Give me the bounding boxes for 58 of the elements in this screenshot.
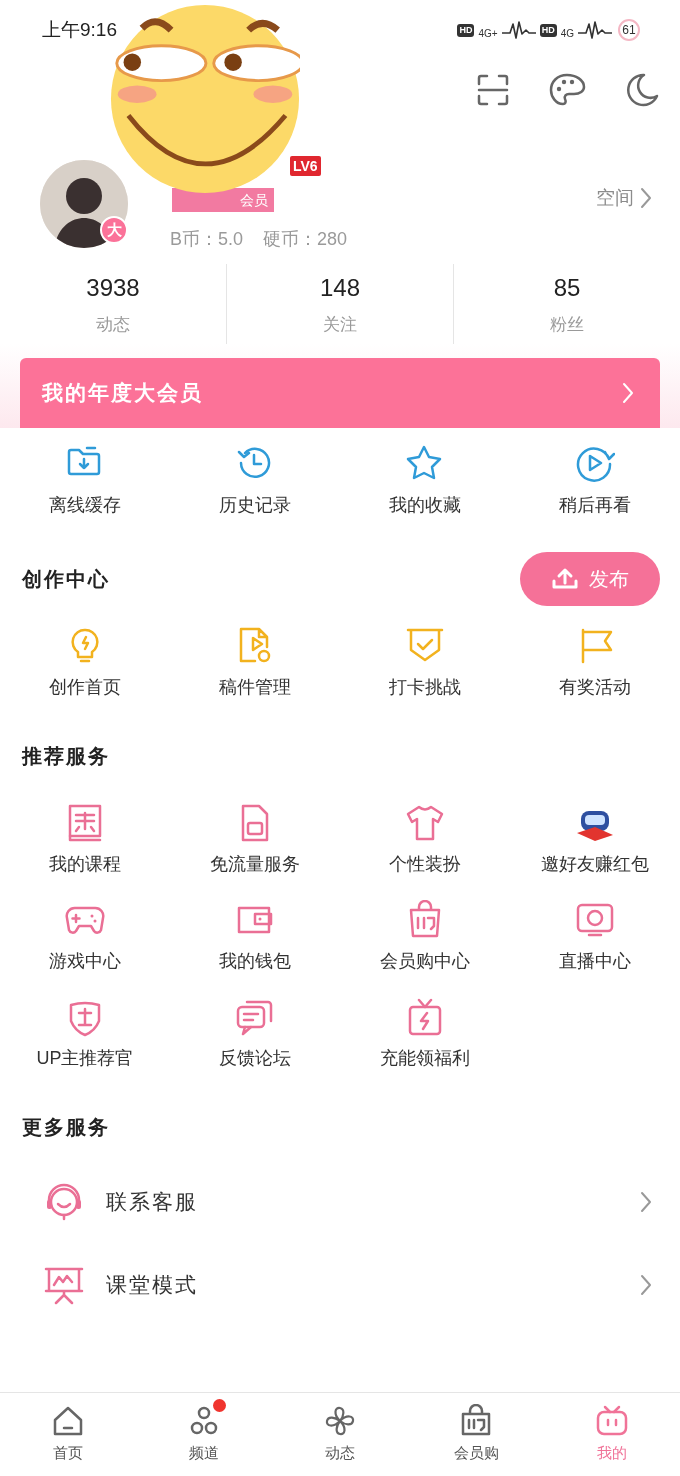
creation-item[interactable]: 打卡挑战: [340, 626, 510, 701]
service-row[interactable]: 课堂模式: [0, 1243, 680, 1326]
service-item[interactable]: 邀好友赚红包: [510, 803, 680, 878]
creation-item[interactable]: 稿件管理: [170, 626, 340, 701]
service-item[interactable]: 个性装扮: [340, 803, 510, 878]
quick-action[interactable]: 我的收藏: [340, 444, 510, 532]
hd-badge: HD: [457, 23, 475, 37]
chevron-icon: [640, 1273, 652, 1296]
coin-balance: 硬币：280: [263, 228, 348, 251]
network-label: 4G: [560, 29, 574, 39]
service-item[interactable]: 充能领福利: [340, 997, 510, 1072]
stat-value[interactable]: 3938: [86, 270, 140, 307]
stat-value[interactable]: 148: [319, 270, 360, 307]
quick-action[interactable]: 稍后再看: [510, 444, 680, 532]
quick-action-icon: [575, 444, 615, 482]
service-item[interactable]: 会员购中心: [340, 900, 510, 975]
signal-icon: [578, 20, 612, 40]
nav-tab[interactable]: 会员购: [408, 1393, 544, 1476]
quick-action[interactable]: 历史记录: [170, 444, 340, 532]
hd-badge: HD: [539, 23, 557, 37]
level-badge: LV6: [290, 156, 321, 176]
avatar-badge: 大: [100, 216, 128, 244]
theme-button[interactable]: [548, 72, 586, 108]
battery-indicator: 61: [618, 19, 640, 41]
vip-tag: 会员: [172, 188, 274, 212]
service-item[interactable]: 免流量服务: [170, 803, 340, 878]
creation-item[interactable]: 创作首页: [0, 626, 170, 701]
network-label: 4G+: [478, 29, 498, 39]
service-row[interactable]: 联系客服: [0, 1160, 680, 1243]
scan-icon: [476, 73, 510, 107]
status-time: 上午9:16: [42, 17, 117, 42]
nav-tab[interactable]: 动态: [272, 1393, 408, 1476]
section-title: 创作中心: [22, 567, 110, 592]
chevron-icon: [640, 187, 652, 210]
service-item[interactable]: UP主推荐官: [0, 997, 170, 1072]
stat-value[interactable]: 85: [553, 270, 581, 307]
quick-action[interactable]: 离线缓存: [0, 444, 170, 532]
service-item[interactable]: 直播中心: [510, 900, 680, 975]
service-icon: [405, 803, 445, 843]
service-row-icon: [44, 1181, 84, 1222]
service-item[interactable]: 反馈论坛: [170, 997, 340, 1072]
service-item[interactable]: 游戏中心: [0, 900, 170, 975]
section-title: 推荐服务: [20, 744, 111, 769]
section-title: 更多服务: [21, 1115, 111, 1140]
service-item[interactable]: 我的钱包: [170, 900, 340, 975]
signal-icon: [501, 20, 536, 40]
chevron-icon: [640, 1190, 652, 1213]
night-mode-button[interactable]: [624, 72, 660, 108]
moon-icon: [624, 72, 660, 108]
chevron-icon: [622, 382, 634, 404]
creation-item[interactable]: 有奖活动: [510, 626, 680, 701]
service-item[interactable]: 我的课程: [0, 803, 170, 878]
b-coin-balance: B币：5.0: [170, 228, 244, 251]
palette-icon: [548, 72, 586, 108]
nav-tab[interactable]: 频道: [136, 1393, 272, 1476]
upload-icon: [551, 567, 579, 591]
scan-button[interactable]: [476, 73, 510, 107]
nav-tab[interactable]: 首页: [0, 1393, 136, 1476]
